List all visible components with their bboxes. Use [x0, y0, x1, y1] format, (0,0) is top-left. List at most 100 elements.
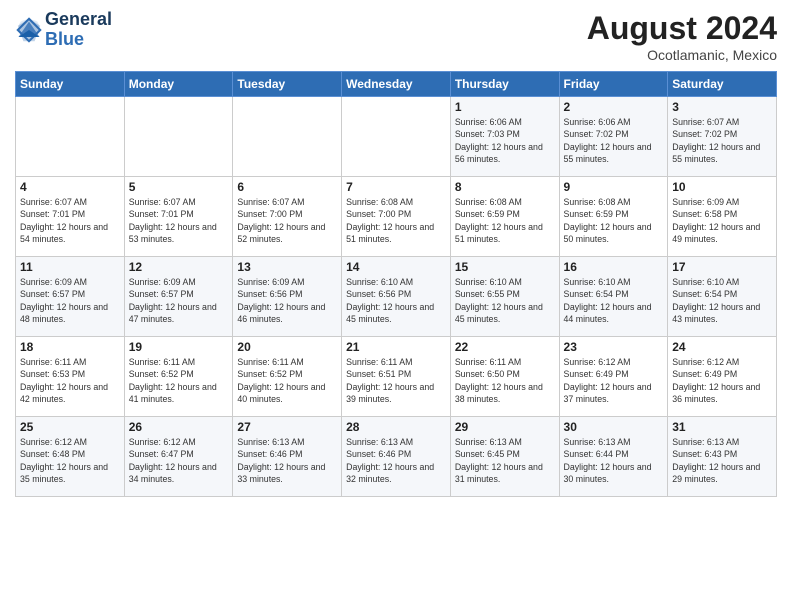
calendar-cell: 6 Sunrise: 6:07 AMSunset: 7:00 PMDaylight…	[233, 177, 342, 257]
day-number: 18	[20, 340, 120, 354]
calendar-cell: 18 Sunrise: 6:11 AMSunset: 6:53 PMDayligh…	[16, 337, 125, 417]
day-number: 11	[20, 260, 120, 274]
day-number: 7	[346, 180, 446, 194]
day-info: Sunrise: 6:09 AMSunset: 6:57 PMDaylight:…	[20, 276, 120, 325]
weekday-header-row: Sunday Monday Tuesday Wednesday Thursday…	[16, 72, 777, 97]
calendar-cell: 1Sunrise: 6:06 AMSunset: 7:03 PMDaylight…	[450, 97, 559, 177]
location: Ocotlamanic, Mexico	[587, 47, 777, 63]
day-number: 2	[564, 100, 664, 114]
day-number: 30	[564, 420, 664, 434]
day-number: 6	[237, 180, 337, 194]
calendar-cell: 5 Sunrise: 6:07 AMSunset: 7:01 PMDaylight…	[124, 177, 233, 257]
day-info: Sunrise: 6:13 AMSunset: 6:46 PMDaylight:…	[346, 436, 446, 485]
day-number: 28	[346, 420, 446, 434]
day-info: Sunrise: 6:11 AMSunset: 6:50 PMDaylight:…	[455, 356, 555, 405]
day-number: 9	[564, 180, 664, 194]
day-info: Sunrise: 6:08 AMSunset: 6:59 PMDaylight:…	[455, 196, 555, 245]
day-number: 4	[20, 180, 120, 194]
calendar-cell: 24 Sunrise: 6:12 AMSunset: 6:49 PMDayligh…	[668, 337, 777, 417]
day-info: Sunrise: 6:11 AMSunset: 6:51 PMDaylight:…	[346, 356, 446, 405]
day-info: Sunrise: 6:13 AMSunset: 6:46 PMDaylight:…	[237, 436, 337, 485]
calendar-cell: 13Sunrise: 6:09 AMSunset: 6:56 PMDayligh…	[233, 257, 342, 337]
day-info: Sunrise: 6:07 AMSunset: 7:01 PMDaylight:…	[20, 196, 120, 245]
day-number: 14	[346, 260, 446, 274]
day-number: 12	[129, 260, 229, 274]
calendar-cell: 17 Sunrise: 6:10 AMSunset: 6:54 PMDayligh…	[668, 257, 777, 337]
day-info: Sunrise: 6:12 AMSunset: 6:49 PMDaylight:…	[672, 356, 772, 405]
calendar-cell: 28 Sunrise: 6:13 AMSunset: 6:46 PMDayligh…	[342, 417, 451, 497]
week-row-0: 1Sunrise: 6:06 AMSunset: 7:03 PMDaylight…	[16, 97, 777, 177]
header-wednesday: Wednesday	[342, 72, 451, 97]
calendar-cell: 22 Sunrise: 6:11 AMSunset: 6:50 PMDayligh…	[450, 337, 559, 417]
day-info: Sunrise: 6:07 AMSunset: 7:00 PMDaylight:…	[237, 196, 337, 245]
logo-blue: Blue	[45, 29, 84, 49]
calendar-cell	[124, 97, 233, 177]
calendar-cell: 16Sunrise: 6:10 AMSunset: 6:54 PMDayligh…	[559, 257, 668, 337]
calendar-cell: 10 Sunrise: 6:09 AMSunset: 6:58 PMDayligh…	[668, 177, 777, 257]
header-monday: Monday	[124, 72, 233, 97]
week-row-1: 4 Sunrise: 6:07 AMSunset: 7:01 PMDaylight…	[16, 177, 777, 257]
day-info: Sunrise: 6:11 AMSunset: 6:52 PMDaylight:…	[129, 356, 229, 405]
day-number: 8	[455, 180, 555, 194]
calendar-cell: 21 Sunrise: 6:11 AMSunset: 6:51 PMDayligh…	[342, 337, 451, 417]
calendar-cell: 4 Sunrise: 6:07 AMSunset: 7:01 PMDaylight…	[16, 177, 125, 257]
day-number: 21	[346, 340, 446, 354]
day-number: 20	[237, 340, 337, 354]
day-info: Sunrise: 6:12 AMSunset: 6:48 PMDaylight:…	[20, 436, 120, 485]
header-tuesday: Tuesday	[233, 72, 342, 97]
calendar-cell: 27 Sunrise: 6:13 AMSunset: 6:46 PMDayligh…	[233, 417, 342, 497]
day-number: 17	[672, 260, 772, 274]
day-info: Sunrise: 6:10 AMSunset: 6:55 PMDaylight:…	[455, 276, 555, 325]
day-number: 23	[564, 340, 664, 354]
day-info: Sunrise: 6:12 AMSunset: 6:49 PMDaylight:…	[564, 356, 664, 405]
calendar-cell: 23 Sunrise: 6:12 AMSunset: 6:49 PMDayligh…	[559, 337, 668, 417]
day-number: 15	[455, 260, 555, 274]
day-number: 22	[455, 340, 555, 354]
day-info: Sunrise: 6:10 AMSunset: 6:56 PMDaylight:…	[346, 276, 446, 325]
day-info: Sunrise: 6:13 AMSunset: 6:44 PMDaylight:…	[564, 436, 664, 485]
day-number: 26	[129, 420, 229, 434]
day-number: 29	[455, 420, 555, 434]
day-info: Sunrise: 6:08 AMSunset: 6:59 PMDaylight:…	[564, 196, 664, 245]
logo-text: General Blue	[45, 10, 112, 50]
day-number: 19	[129, 340, 229, 354]
day-info: Sunrise: 6:09 AMSunset: 6:57 PMDaylight:…	[129, 276, 229, 325]
day-number: 25	[20, 420, 120, 434]
header-friday: Friday	[559, 72, 668, 97]
calendar: Sunday Monday Tuesday Wednesday Thursday…	[15, 71, 777, 497]
calendar-cell: 29 Sunrise: 6:13 AMSunset: 6:45 PMDayligh…	[450, 417, 559, 497]
calendar-cell: 3Sunrise: 6:07 AMSunset: 7:02 PMDaylight…	[668, 97, 777, 177]
calendar-cell: 19 Sunrise: 6:11 AMSunset: 6:52 PMDayligh…	[124, 337, 233, 417]
day-info: Sunrise: 6:09 AMSunset: 6:58 PMDaylight:…	[672, 196, 772, 245]
day-info: Sunrise: 6:07 AMSunset: 7:01 PMDaylight:…	[129, 196, 229, 245]
day-info: Sunrise: 6:11 AMSunset: 6:53 PMDaylight:…	[20, 356, 120, 405]
calendar-cell: 20Sunrise: 6:11 AMSunset: 6:52 PMDayligh…	[233, 337, 342, 417]
header-thursday: Thursday	[450, 72, 559, 97]
day-info: Sunrise: 6:13 AMSunset: 6:45 PMDaylight:…	[455, 436, 555, 485]
calendar-cell: 25 Sunrise: 6:12 AMSunset: 6:48 PMDayligh…	[16, 417, 125, 497]
page: General Blue August 2024 Ocotlamanic, Me…	[0, 0, 792, 612]
calendar-cell: 15 Sunrise: 6:10 AMSunset: 6:55 PMDayligh…	[450, 257, 559, 337]
calendar-cell: 11 Sunrise: 6:09 AMSunset: 6:57 PMDayligh…	[16, 257, 125, 337]
day-info: Sunrise: 6:07 AMSunset: 7:02 PMDaylight:…	[672, 116, 772, 165]
day-info: Sunrise: 6:08 AMSunset: 7:00 PMDaylight:…	[346, 196, 446, 245]
day-number: 10	[672, 180, 772, 194]
day-number: 5	[129, 180, 229, 194]
logo-general: General	[45, 9, 112, 29]
day-number: 27	[237, 420, 337, 434]
calendar-cell: 12 Sunrise: 6:09 AMSunset: 6:57 PMDayligh…	[124, 257, 233, 337]
calendar-cell: 2Sunrise: 6:06 AMSunset: 7:02 PMDaylight…	[559, 97, 668, 177]
day-info: Sunrise: 6:12 AMSunset: 6:47 PMDaylight:…	[129, 436, 229, 485]
month-year: August 2024	[587, 10, 777, 47]
header: General Blue August 2024 Ocotlamanic, Me…	[15, 10, 777, 63]
day-number: 24	[672, 340, 772, 354]
day-info: Sunrise: 6:10 AMSunset: 6:54 PMDaylight:…	[672, 276, 772, 325]
calendar-cell: 14 Sunrise: 6:10 AMSunset: 6:56 PMDayligh…	[342, 257, 451, 337]
calendar-cell: 31Sunrise: 6:13 AMSunset: 6:43 PMDayligh…	[668, 417, 777, 497]
day-number: 13	[237, 260, 337, 274]
logo-icon	[15, 16, 43, 44]
week-row-2: 11 Sunrise: 6:09 AMSunset: 6:57 PMDayligh…	[16, 257, 777, 337]
day-number: 31	[672, 420, 772, 434]
calendar-cell: 30 Sunrise: 6:13 AMSunset: 6:44 PMDayligh…	[559, 417, 668, 497]
week-row-3: 18 Sunrise: 6:11 AMSunset: 6:53 PMDayligh…	[16, 337, 777, 417]
